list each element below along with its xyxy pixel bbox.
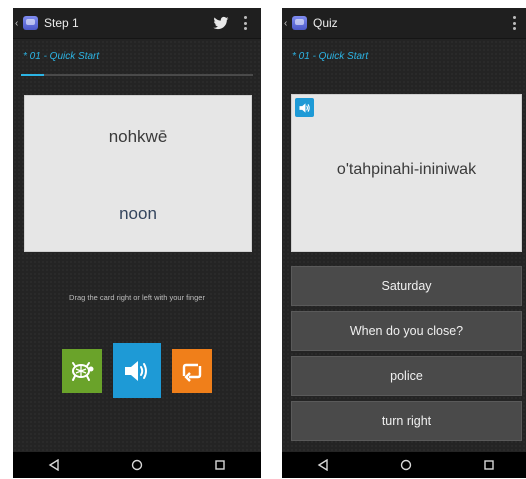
card-native-word: nohkwē bbox=[108, 127, 168, 146]
turtle-icon bbox=[72, 362, 94, 381]
app-icon[interactable] bbox=[23, 16, 38, 30]
quiz-card: o'tahpinahi-ininiwak bbox=[291, 94, 522, 252]
twitter-icon[interactable] bbox=[212, 14, 230, 32]
answer-option[interactable]: police bbox=[291, 356, 522, 396]
nav-recents-icon[interactable] bbox=[479, 455, 499, 475]
quiz-screen: ‹ Quiz * 01 - Quick Start o'tahpinahi-in… bbox=[282, 8, 526, 478]
quiz-prompt-word: o'tahpinahi-ininiwak bbox=[336, 161, 477, 178]
screen-title: Quiz bbox=[313, 16, 338, 30]
drag-hint: Drag the card right or left with your fi… bbox=[69, 293, 205, 302]
repeat-button[interactable] bbox=[172, 349, 212, 393]
nav-home-icon[interactable] bbox=[127, 455, 147, 475]
progress-fill bbox=[21, 74, 45, 76]
repeat-icon bbox=[182, 363, 202, 382]
answer-option[interactable]: Saturday bbox=[291, 266, 522, 306]
screen-title: Step 1 bbox=[44, 16, 79, 30]
step-screen: ‹ Step 1 * 01 - Quick Start nohkwē noon … bbox=[13, 8, 261, 478]
answer-option[interactable]: When do you close? bbox=[291, 311, 522, 351]
slow-audio-button[interactable] bbox=[62, 349, 102, 393]
action-bar: ‹ Quiz bbox=[282, 8, 526, 39]
lesson-label: * 01 - Quick Start bbox=[292, 51, 369, 62]
play-audio-button[interactable] bbox=[113, 343, 161, 398]
nav-recents-icon[interactable] bbox=[210, 455, 230, 475]
action-bar: ‹ Step 1 bbox=[13, 8, 261, 39]
flash-card[interactable]: nohkwē noon bbox=[24, 95, 252, 252]
system-nav-bar bbox=[13, 452, 261, 478]
nav-back-icon[interactable] bbox=[44, 455, 64, 475]
answer-option[interactable]: turn right bbox=[291, 401, 522, 441]
app-icon[interactable] bbox=[292, 16, 307, 30]
nav-home-icon[interactable] bbox=[396, 455, 416, 475]
card-speaker-button[interactable] bbox=[295, 98, 314, 117]
back-caret-icon[interactable]: ‹ bbox=[284, 18, 290, 29]
speaker-icon bbox=[125, 360, 147, 381]
lesson-label: * 01 - Quick Start bbox=[23, 51, 100, 62]
overflow-menu-icon[interactable] bbox=[244, 16, 247, 30]
back-caret-icon[interactable]: ‹ bbox=[15, 18, 21, 29]
progress-bar bbox=[21, 74, 253, 76]
nav-back-icon[interactable] bbox=[313, 455, 333, 475]
system-nav-bar bbox=[282, 452, 526, 478]
speaker-icon bbox=[298, 102, 310, 113]
card-english-word: noon bbox=[119, 204, 157, 223]
overflow-menu-icon[interactable] bbox=[513, 16, 516, 30]
